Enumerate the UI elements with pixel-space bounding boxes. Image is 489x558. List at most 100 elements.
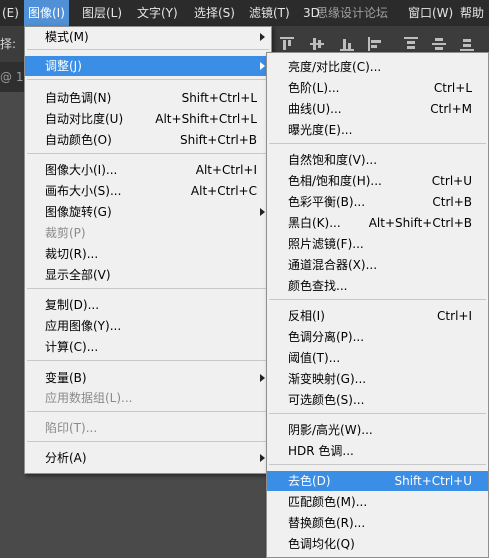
menu-separator bbox=[269, 464, 486, 465]
submenu-item-photo-filter[interactable]: 照片滤镜(F)... bbox=[267, 234, 488, 254]
submenu-arrow-icon bbox=[260, 208, 265, 216]
menu-separator bbox=[27, 411, 269, 412]
menu-item-analysis[interactable]: 分析(A) bbox=[25, 448, 271, 468]
menu-item-canvas-size[interactable]: 画布大小(S)... Alt+Ctrl+C bbox=[25, 181, 271, 201]
menu-item-label: 变量(B) bbox=[45, 371, 87, 385]
submenu-item-brightness-contrast[interactable]: 亮度/对比度(C)... bbox=[267, 57, 488, 77]
submenu-item-vibrance[interactable]: 自然饱和度(V)... bbox=[267, 150, 488, 170]
menu-separator bbox=[27, 441, 269, 442]
submenu-item-channel-mixer[interactable]: 通道混合器(X)... bbox=[267, 255, 488, 275]
menu-item-label: 分析(A) bbox=[45, 451, 87, 465]
menu-separator bbox=[269, 413, 486, 414]
menu-item-shortcut: Alt+Shift+Ctrl+L bbox=[155, 112, 257, 126]
menu-filter[interactable]: 滤镜(T) bbox=[249, 0, 290, 26]
submenu-item-gradient-map[interactable]: 渐变映射(G)... bbox=[267, 369, 488, 389]
menu-item-label: 复制(D)... bbox=[45, 298, 100, 312]
menu-item-label: 色相/饱和度(H)... bbox=[288, 174, 382, 188]
menu-item-label: 色调分离(P)... bbox=[288, 330, 365, 344]
menu-item-adjustments[interactable]: 调整(J) bbox=[25, 56, 271, 76]
menu-separator bbox=[269, 299, 486, 300]
submenu-item-threshold[interactable]: 阈值(T)... bbox=[267, 348, 488, 368]
menu-item-label: 阴影/高光(W)... bbox=[288, 423, 373, 437]
align-left-icon[interactable] bbox=[368, 37, 382, 51]
menu-item-label: 通道混合器(X)... bbox=[288, 258, 378, 272]
menu-item-label: 色阶(L)... bbox=[288, 81, 340, 95]
menu-item-label: 自动对比度(U) bbox=[45, 112, 124, 126]
menu-item-label: 裁剪(P) bbox=[45, 226, 86, 240]
menu-item-trim[interactable]: 裁切(R)... bbox=[25, 244, 271, 264]
submenu-item-equalize[interactable]: 色调均化(Q) bbox=[267, 534, 488, 554]
submenu-item-black-white[interactable]: 黑白(K)... Alt+Shift+Ctrl+B bbox=[267, 213, 488, 233]
menu-separator bbox=[269, 143, 486, 144]
submenu-arrow-icon bbox=[260, 374, 265, 382]
menu-item-image-size[interactable]: 图像大小(I)... Alt+Ctrl+I bbox=[25, 160, 271, 180]
menu-item-apply-image[interactable]: 应用图像(Y)... bbox=[25, 316, 271, 336]
distribute-vcenter-icon[interactable] bbox=[432, 37, 446, 51]
submenu-item-hdr-toning[interactable]: HDR 色调... bbox=[267, 441, 488, 461]
menu-item-calculations[interactable]: 计算(C)... bbox=[25, 337, 271, 357]
distribute-bottom-icon[interactable] bbox=[460, 37, 474, 51]
menu-item-label: 曲线(U)... bbox=[288, 102, 342, 116]
menu-item-label: 反相(I) bbox=[288, 309, 325, 323]
align-bottom-icon[interactable] bbox=[340, 37, 354, 51]
menu-item-label: 可选颜色(S)... bbox=[288, 393, 365, 407]
submenu-item-color-balance[interactable]: 色彩平衡(B)... Ctrl+B bbox=[267, 192, 488, 212]
menu-window[interactable]: 窗口(W) bbox=[408, 0, 453, 26]
menu-item-duplicate[interactable]: 复制(D)... bbox=[25, 295, 271, 315]
distribute-top-icon[interactable] bbox=[404, 37, 418, 51]
submenu-item-desaturate[interactable]: 去色(D) Shift+Ctrl+U bbox=[267, 471, 488, 491]
menu-item-label: 去色(D) bbox=[288, 474, 331, 488]
submenu-item-replace-color[interactable]: 替换颜色(R)... bbox=[267, 513, 488, 533]
menu-item-auto-contrast[interactable]: 自动对比度(U) Alt+Shift+Ctrl+L bbox=[25, 109, 271, 129]
submenu-item-invert[interactable]: 反相(I) Ctrl+I bbox=[267, 306, 488, 326]
watermark-text: 思缘设计论坛 bbox=[316, 6, 389, 20]
menu-item-mode[interactable]: 模式(M) bbox=[25, 27, 271, 47]
adjustments-submenu: 亮度/对比度(C)... 色阶(L)... Ctrl+L 曲线(U)... Ct… bbox=[266, 52, 489, 558]
menu-item-shortcut: Ctrl+U bbox=[431, 174, 472, 188]
menu-item-label: 图像旋转(G) bbox=[45, 205, 112, 219]
menu-item-label: 计算(C)... bbox=[45, 340, 99, 354]
align-vcenter-icon[interactable] bbox=[310, 37, 324, 51]
menu-image[interactable]: 图像(I) bbox=[24, 0, 69, 26]
submenu-item-match-color[interactable]: 匹配颜色(M)... bbox=[267, 492, 488, 512]
submenu-item-exposure[interactable]: 曝光度(E)... bbox=[267, 120, 488, 140]
menu-separator bbox=[27, 49, 269, 50]
menu-item-reveal-all[interactable]: 显示全部(V) bbox=[25, 265, 271, 285]
menu-item-label: HDR 色调... bbox=[288, 444, 354, 458]
submenu-item-levels[interactable]: 色阶(L)... Ctrl+L bbox=[267, 78, 488, 98]
menu-select[interactable]: 选择(S) bbox=[194, 0, 235, 26]
menu-item-label: 颜色查找... bbox=[288, 279, 348, 293]
submenu-item-color-lookup[interactable]: 颜色查找... bbox=[267, 276, 488, 296]
menu-layer[interactable]: 图层(L) bbox=[82, 0, 122, 26]
menu-item-label: 应用图像(Y)... bbox=[45, 319, 122, 333]
submenu-item-shadows-highlights[interactable]: 阴影/高光(W)... bbox=[267, 420, 488, 440]
menu-item-auto-tone[interactable]: 自动色调(N) Shift+Ctrl+L bbox=[25, 88, 271, 108]
menu-separator bbox=[27, 79, 269, 80]
menu-item-label: 渐变映射(G)... bbox=[288, 372, 367, 386]
menu-item-label: 裁切(R)... bbox=[45, 247, 99, 261]
menu-item-label: 阈值(T)... bbox=[288, 351, 341, 365]
menu-item-auto-color[interactable]: 自动颜色(O) Shift+Ctrl+B bbox=[25, 130, 271, 150]
menu-item-shortcut: Alt+Ctrl+I bbox=[195, 163, 257, 177]
menu-item-apply-data-set: 应用数据组(L)... bbox=[25, 388, 271, 408]
menu-item-label: 色彩平衡(B)... bbox=[288, 195, 366, 209]
menu-item-image-rotation[interactable]: 图像旋转(G) bbox=[25, 202, 271, 222]
menu-item-label: 画布大小(S)... bbox=[45, 184, 122, 198]
menu-item-shortcut: Ctrl+B bbox=[432, 195, 472, 209]
menu-type[interactable]: 文字(Y) bbox=[137, 0, 178, 26]
menu-item-label: 调整(J) bbox=[45, 59, 82, 73]
submenu-item-posterize[interactable]: 色调分离(P)... bbox=[267, 327, 488, 347]
menu-item-label: 自动色调(N) bbox=[45, 91, 112, 105]
menu-edit[interactable]: (E) bbox=[2, 0, 19, 26]
submenu-item-curves[interactable]: 曲线(U)... Ctrl+M bbox=[267, 99, 488, 119]
menu-bar: (E) 图像(I) 图层(L) 文字(Y) 选择(S) 滤镜(T) 3D 窗口(… bbox=[0, 0, 489, 26]
menu-item-variables[interactable]: 变量(B) bbox=[25, 368, 271, 388]
submenu-arrow-icon bbox=[260, 454, 265, 462]
submenu-item-hue-saturation[interactable]: 色相/饱和度(H)... Ctrl+U bbox=[267, 171, 488, 191]
menu-help[interactable]: 帮助 bbox=[460, 0, 484, 26]
submenu-item-selective-color[interactable]: 可选颜色(S)... bbox=[267, 390, 488, 410]
align-top-icon[interactable] bbox=[280, 37, 294, 51]
submenu-arrow-icon bbox=[260, 62, 265, 70]
menu-separator bbox=[27, 153, 269, 154]
menu-item-label: 替换颜色(R)... bbox=[288, 516, 366, 530]
